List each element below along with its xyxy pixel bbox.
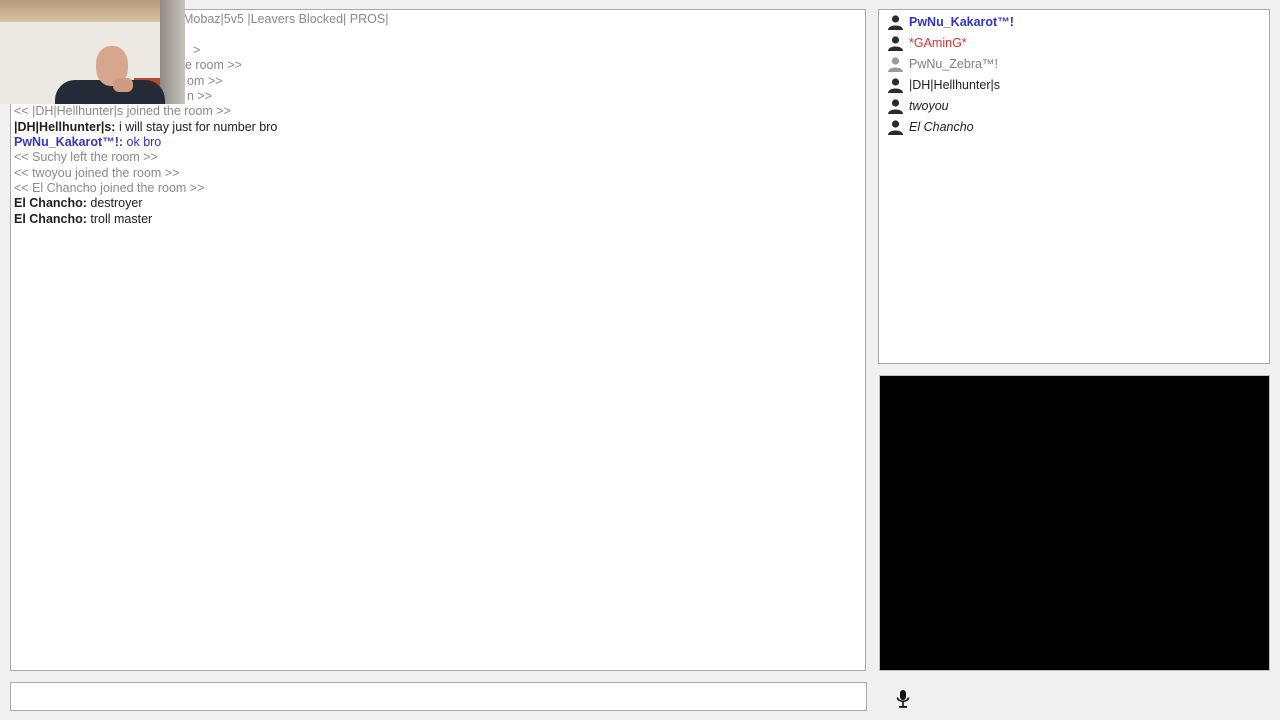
message-text: ok bro: [123, 135, 162, 149]
webcam-ceiling: [0, 0, 185, 22]
message-nick[interactable]: El Chancho:: [14, 212, 87, 226]
user-icon-inactive: [888, 57, 903, 72]
user-icon: [888, 99, 903, 114]
user-name: El Chancho: [909, 120, 974, 134]
user-icon: [888, 15, 903, 30]
video-panel[interactable]: [879, 375, 1270, 671]
user-name: PwNu_Zebra™!: [909, 57, 998, 71]
chat-line-system: e room >>: [185, 58, 242, 72]
chat-line-system: Mobaz|5v5 |Leavers Blocked| PROS|: [183, 12, 389, 26]
webcam-person-hand: [113, 78, 133, 92]
user-icon: [888, 120, 903, 135]
chat-message: El Chancho: destroyer: [14, 196, 143, 211]
user-list[interactable]: PwNu_Kakarot™! *GAminG* PwNu_Zebra™! |DH…: [878, 9, 1270, 364]
chat-line-system: om >>: [187, 74, 223, 88]
user-name: *GAminG*: [909, 36, 967, 50]
message-input[interactable]: [10, 682, 867, 711]
user-icon: [888, 36, 903, 51]
webcam-overlay[interactable]: [0, 0, 185, 104]
message-nick[interactable]: El Chancho:: [14, 196, 87, 210]
chat-message-own: PwNu_Kakarot™!: ok bro: [14, 135, 161, 150]
message-nick[interactable]: PwNu_Kakarot™!:: [14, 135, 123, 149]
chat-line-system: n >>: [187, 89, 213, 103]
user-name: |DH|Hellhunter|s: [909, 78, 1001, 92]
user-icon: [888, 78, 903, 93]
chat-line-system: >: [193, 43, 201, 57]
message-nick[interactable]: |DH|Hellhunter|s:: [14, 120, 115, 134]
chat-log[interactable]: Mobaz|5v5 |Leavers Blocked| PROS| > e ro…: [10, 9, 866, 671]
chat-line-system: << El Chancho joined the room >>: [14, 181, 205, 195]
webcam-pillar: [160, 0, 185, 104]
user-name: PwNu_Kakarot™!: [909, 15, 1014, 29]
message-text: i will stay just for number bro: [115, 120, 278, 134]
chat-line-system: << Suchy left the room >>: [14, 150, 158, 164]
chat-message: El Chancho: troll master: [14, 212, 152, 227]
microphone-icon: [896, 690, 910, 708]
message-text: destroyer: [86, 196, 143, 210]
chat-line-system: << twoyou joined the room >>: [14, 166, 180, 180]
message-text: troll master: [86, 212, 153, 226]
user-name: twoyou: [909, 99, 949, 113]
chat-message: |DH|Hellhunter|s: i will stay just for n…: [14, 120, 277, 135]
microphone-button[interactable]: [894, 689, 912, 709]
chat-line-system: << |DH|Hellhunter|s joined the room >>: [14, 104, 231, 118]
